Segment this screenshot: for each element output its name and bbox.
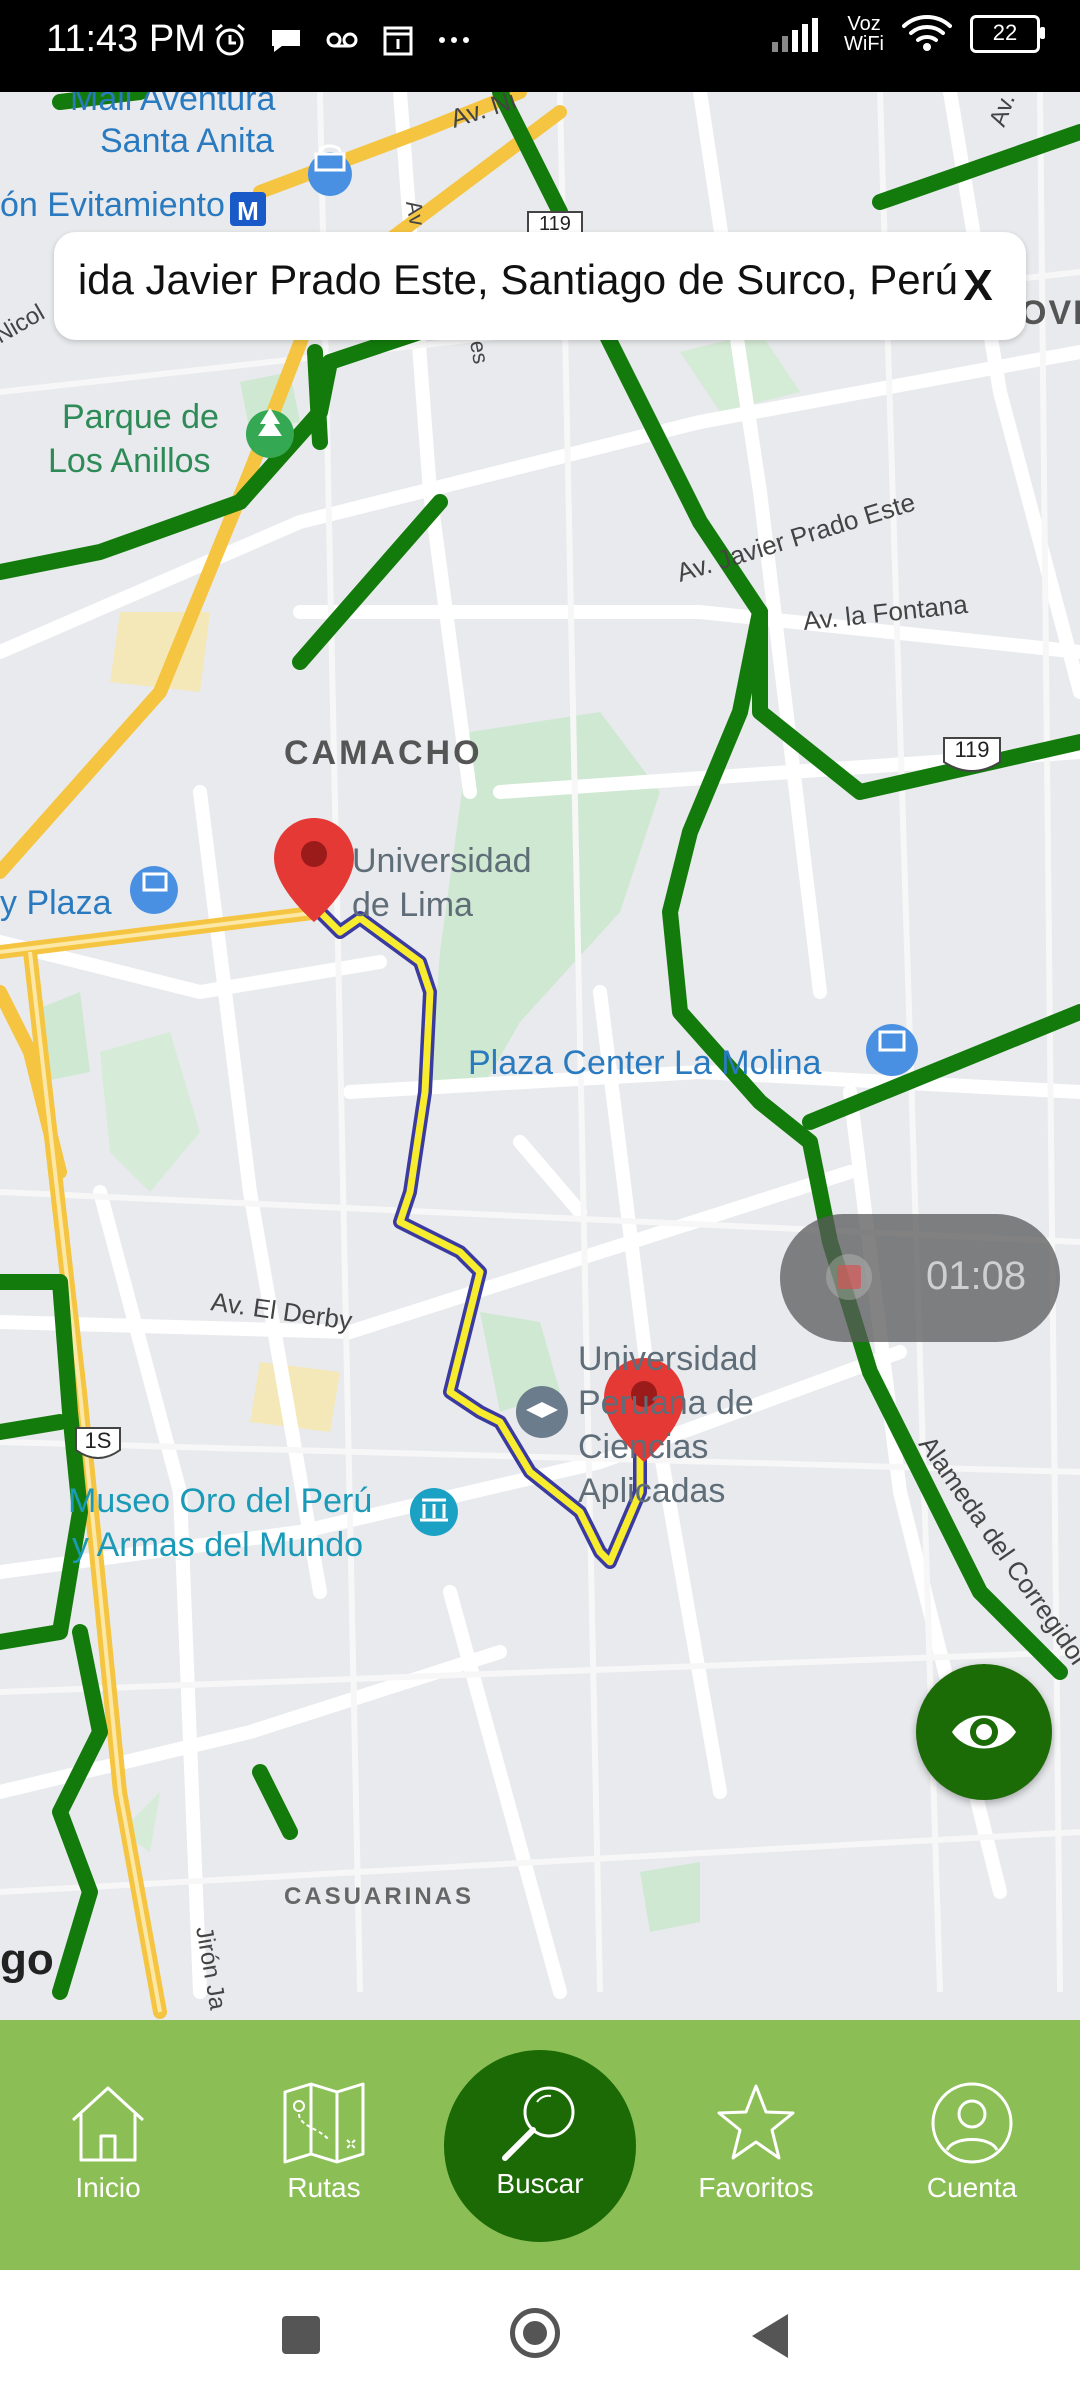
- nav-cuenta[interactable]: Cuenta: [892, 2080, 1052, 2230]
- shopping-bag-icon: [865, 1024, 918, 1076]
- map-label-ovi: OVI: [1020, 294, 1080, 332]
- map-label-av-small: Av: [401, 199, 430, 228]
- eye-icon: [952, 1715, 1016, 1749]
- toggle-visibility-button[interactable]: [916, 1664, 1052, 1800]
- search-input[interactable]: Avenida Javier Prado Este, Santiago de S…: [78, 256, 958, 304]
- account-icon: [931, 2082, 1013, 2164]
- nav-inicio-label: Inicio: [75, 2172, 141, 2203]
- chat-bubble-icon: [268, 22, 304, 58]
- recent-apps-button[interactable]: [282, 2316, 320, 2354]
- route-shield-119-right: 119: [943, 737, 1001, 772]
- map-label-upc-4: Aplicadas: [578, 1472, 725, 1510]
- graduation-cap-icon: [515, 1386, 568, 1438]
- museum-icon: [409, 1488, 458, 1536]
- status-bar: 11:43 PM Voz WiFi 22: [0, 0, 1080, 92]
- star-icon: [717, 2084, 795, 2160]
- map-label-museo: Museo Oro del Perú: [68, 1482, 372, 1520]
- nav-cuenta-label: Cuenta: [926, 2172, 1018, 2203]
- map-label-go: go: [0, 1935, 54, 1984]
- park-area: [640, 1862, 700, 1932]
- nav-inicio[interactable]: Inicio: [28, 2080, 188, 2230]
- map-label-parque-2: Los Anillos: [48, 442, 211, 480]
- vowifi-line2: WiFi: [844, 33, 884, 55]
- nav-favoritos-label: Favoritos: [698, 2172, 814, 2203]
- shopping-bag-icon: [129, 866, 178, 914]
- back-button[interactable]: [752, 2314, 788, 2358]
- signal-icon: [772, 18, 819, 52]
- map-label-evitamiento: ón Evitamiento: [0, 186, 225, 224]
- map-label-upc-3: Ciencias: [578, 1428, 708, 1466]
- map-label-mall-2: Santa Anita: [100, 122, 274, 160]
- map-label-casuarinas: CASUARINAS: [284, 1883, 474, 1910]
- alarm-icon: [212, 22, 248, 58]
- record-icon: [826, 1254, 872, 1300]
- map-label-ulima-2: de Lima: [352, 886, 473, 924]
- system-navigation-bar: [0, 2270, 1080, 2400]
- map-icon: [283, 2082, 365, 2164]
- status-time: 11:43 PM: [46, 18, 206, 60]
- timer-text: 01:08: [926, 1254, 1027, 1298]
- svg-text:119: 119: [954, 737, 989, 762]
- vowifi-indicator: Voz WiFi: [844, 14, 884, 54]
- calendar-icon: [380, 22, 416, 58]
- clear-search-button[interactable]: X: [948, 250, 1008, 322]
- recording-timer[interactable]: 01:08: [780, 1214, 1060, 1342]
- voicemail-icon: [324, 22, 360, 58]
- nav-favoritos[interactable]: Favoritos: [676, 2080, 836, 2230]
- map-label-parque: Parque de: [62, 398, 219, 436]
- search-icon: [502, 2086, 575, 2161]
- home-icon: [71, 2086, 145, 2162]
- map-label-upc: Universidad: [578, 1340, 758, 1378]
- vowifi-line1: Voz: [847, 13, 881, 35]
- nav-buscar[interactable]: Buscar: [444, 2050, 636, 2242]
- wifi-icon: [902, 15, 952, 51]
- map-label-plaza-left: y Plaza: [0, 884, 112, 922]
- search-bar[interactable]: Avenida Javier Prado Este, Santiago de S…: [54, 232, 1026, 340]
- more-dots-icon: [436, 22, 472, 58]
- nav-rutas-label: Rutas: [287, 2172, 361, 2203]
- map-label-plaza-center: Plaza Center La Molina: [468, 1044, 822, 1082]
- svg-text:M: M: [237, 196, 259, 226]
- svg-text:1S: 1S: [85, 1428, 112, 1453]
- map-label-mall: Mall Aventura: [70, 92, 275, 118]
- bottom-navigation: Inicio Rutas Buscar Favoritos Cuenta: [0, 2020, 1080, 2270]
- map-label-camacho: CAMACHO: [284, 734, 483, 772]
- nav-rutas[interactable]: Rutas: [244, 2080, 404, 2230]
- shopping-bag-icon: [307, 144, 352, 196]
- home-button[interactable]: [510, 2308, 560, 2358]
- battery-indicator: 22: [970, 15, 1045, 53]
- map-label-upc-2: Peruana de: [578, 1384, 754, 1422]
- route-shield-1s: 1S: [75, 1427, 121, 1459]
- system-status-icons: Voz WiFi 22: [770, 14, 1045, 54]
- map-label-es-small: es: [465, 339, 494, 366]
- notification-icons: [212, 22, 472, 58]
- metro-icon: M: [230, 192, 266, 226]
- map-label-museo-2: y Armas del Mundo: [72, 1526, 363, 1564]
- map-label-ulima: Universidad: [352, 842, 532, 880]
- nav-buscar-label: Buscar: [496, 2168, 584, 2199]
